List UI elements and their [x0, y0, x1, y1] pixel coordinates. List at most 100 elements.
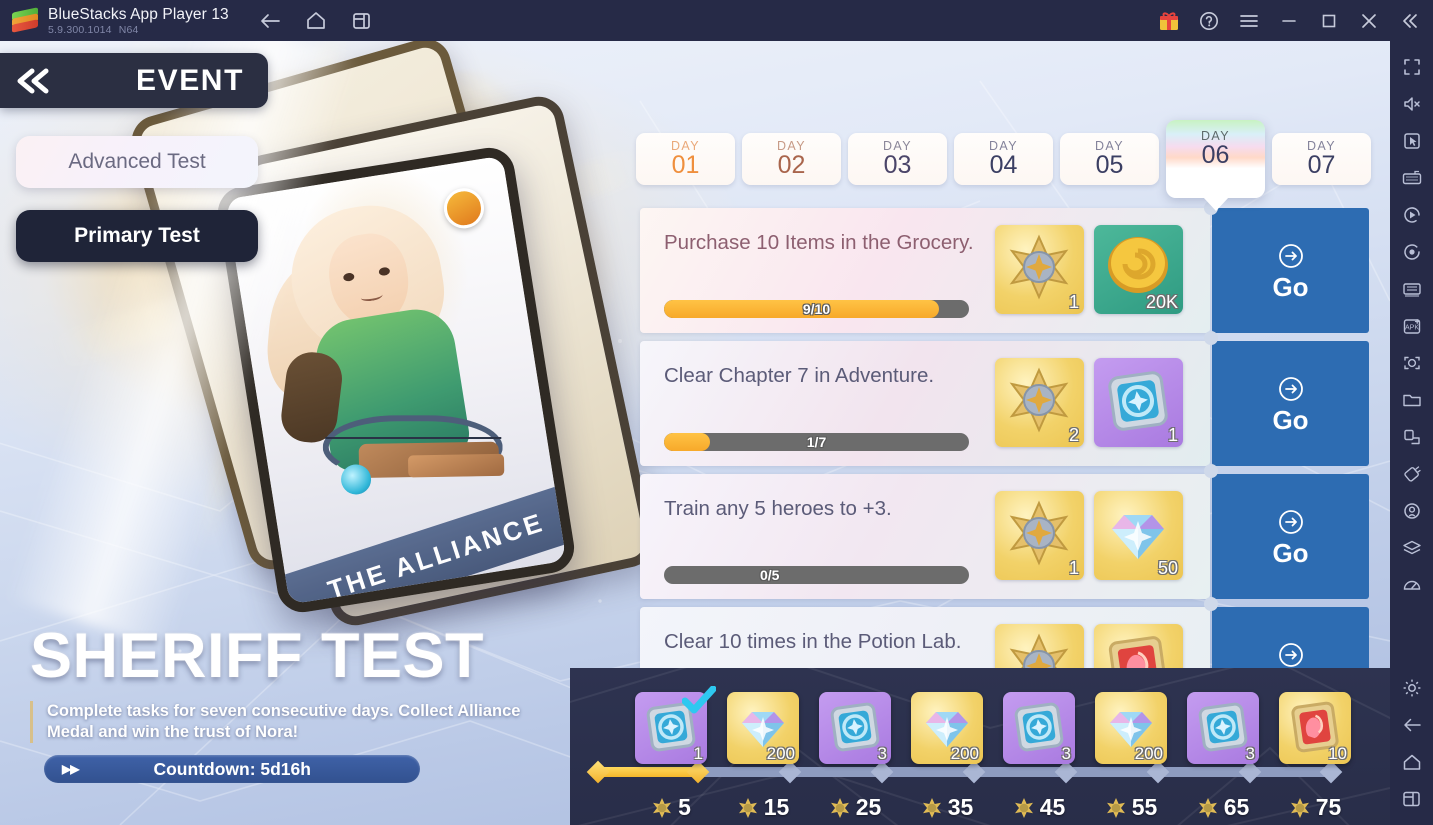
day-tab-05[interactable]: DAY 05	[1060, 133, 1159, 185]
milestone-blue-shard-card-icon[interactable]: 3	[1187, 692, 1259, 764]
task-progress-label: 0/5	[760, 567, 780, 583]
fullscreen-icon[interactable]	[1394, 49, 1430, 85]
menu-icon[interactable]	[1229, 5, 1269, 37]
reward-qty: 2	[1068, 425, 1079, 445]
task-text: Clear Chapter 7 in Adventure.	[664, 364, 935, 387]
milestone-gem-icon[interactable]: 200	[1095, 692, 1167, 764]
go-label: Go	[1272, 271, 1309, 302]
reward-sheriff-badge-icon[interactable]: 1	[995, 491, 1084, 580]
milestone-15[interactable]: 200 15	[724, 692, 802, 821]
tab-advanced-test[interactable]: Advanced Test	[16, 136, 258, 188]
multi-instance-manager-icon[interactable]	[1394, 271, 1430, 307]
settings-icon[interactable]	[1394, 670, 1430, 706]
help-icon[interactable]	[1189, 5, 1229, 37]
milestone-points: 35	[908, 794, 986, 821]
close-icon[interactable]	[1349, 5, 1389, 37]
day-tab-04[interactable]: DAY 04	[954, 133, 1053, 185]
milestone-65[interactable]: 3 65	[1184, 692, 1262, 821]
reward-blue-shard-card-icon[interactable]: 1	[1094, 358, 1183, 447]
back-arrow-icon[interactable]	[251, 5, 289, 37]
reward-sheriff-badge-icon[interactable]: 2	[995, 358, 1084, 447]
task-go-button[interactable]: Go	[1212, 474, 1369, 599]
home-icon[interactable]	[1394, 744, 1430, 780]
back-icon[interactable]	[1394, 707, 1430, 743]
milestone-qty: 3	[1245, 744, 1255, 763]
milestone-5[interactable]: 1 5	[632, 685, 717, 821]
day-tab-06[interactable]: DAY 06	[1166, 120, 1265, 211]
macro-play-icon[interactable]	[1394, 197, 1430, 233]
shake-icon[interactable]	[1394, 456, 1430, 492]
media-folder-icon[interactable]	[1394, 382, 1430, 418]
milestone-25[interactable]: 3 25	[816, 692, 894, 821]
game-viewport: THE ALLIANCE EVENT Advanced Test Primary…	[0, 41, 1390, 825]
screenshot-icon[interactable]	[1394, 345, 1430, 381]
tab-primary-test[interactable]: Primary Test	[16, 210, 258, 262]
gift-icon[interactable]	[1149, 5, 1189, 37]
day-tab-02[interactable]: DAY 02	[742, 133, 841, 185]
milestone-blue-shard-card-icon[interactable]: 3	[1003, 692, 1075, 764]
milestone-75[interactable]: 10 75	[1276, 692, 1354, 821]
day-number: 07	[1307, 151, 1336, 179]
day-tab-03[interactable]: DAY 03	[848, 133, 947, 185]
points-value: 35	[947, 794, 974, 820]
event-description: Complete tasks for seven consecutive day…	[30, 701, 570, 743]
event-title: SHERIFF TEST	[30, 621, 485, 691]
milestone-qty: 200	[766, 744, 795, 763]
reward-gold-coin-icon[interactable]: 20K	[1094, 225, 1183, 314]
reward-gem-icon[interactable]: 50	[1094, 491, 1183, 580]
go-label: Go	[1272, 404, 1309, 435]
task-progress-bar: 0/5	[664, 566, 969, 584]
milestone-55[interactable]: 200 55	[1092, 692, 1170, 821]
mute-icon[interactable]	[1394, 86, 1430, 122]
svg-text:APK: APK	[1404, 324, 1418, 331]
milestone-qty: 200	[950, 744, 979, 763]
task-go-button[interactable]: Go	[1212, 341, 1369, 466]
reward-track-panel: 1 5 200 15 3 25 200 35 3 45 200 55 3 65 …	[570, 668, 1390, 825]
minimize-icon[interactable]	[1269, 5, 1309, 37]
task-progress-label: 9/10	[802, 301, 831, 317]
reward-qty: 1	[1068, 292, 1079, 312]
double-chevron-left-icon[interactable]	[14, 68, 56, 94]
event-tab-group: Advanced Test Primary Test	[16, 136, 258, 284]
arrow-circle-right-icon	[1278, 509, 1303, 534]
window-controls	[1149, 0, 1429, 41]
reward-sheriff-badge-icon[interactable]: 1	[995, 225, 1084, 314]
milestone-gem-icon[interactable]: 200	[727, 692, 799, 764]
home-icon[interactable]	[297, 5, 335, 37]
medal-star-icon	[1014, 797, 1033, 818]
task-rewards: 1 20K	[995, 225, 1183, 314]
record-icon[interactable]	[1394, 234, 1430, 270]
milestone-45[interactable]: 3 45	[1000, 692, 1078, 821]
milestone-red-scroll-card-icon[interactable]: 10	[1279, 692, 1351, 764]
bluestacks-logo-icon	[12, 6, 38, 34]
app-window: THE ALLIANCE EVENT Advanced Test Primary…	[0, 0, 1433, 825]
layers-icon[interactable]	[1394, 530, 1430, 566]
cursor-icon[interactable]	[1394, 123, 1430, 159]
task-progress-bar: 1/7	[664, 433, 969, 451]
task-go-button[interactable]: Go	[1212, 208, 1369, 333]
keymapping-icon[interactable]	[1394, 160, 1430, 196]
milestone-list: 1 5 200 15 3 25 200 35 3 45 200 55 3 65 …	[570, 668, 1390, 825]
task-body: Clear Chapter 7 in Adventure. 1/7 2 1	[640, 341, 1210, 466]
milestone-blue-shard-card-icon[interactable]: 3	[819, 692, 891, 764]
location-icon[interactable]	[1394, 493, 1430, 529]
day-tab-07[interactable]: DAY 07	[1272, 133, 1371, 185]
medal-star-icon	[1198, 797, 1217, 818]
milestone-qty: 10	[1328, 744, 1347, 763]
milestone-35[interactable]: 200 35	[908, 692, 986, 821]
install-apk-icon[interactable]: APK	[1394, 308, 1430, 344]
rotate-icon[interactable]	[1394, 419, 1430, 455]
claimed-check-icon	[681, 685, 717, 721]
milestone-gem-icon[interactable]: 200	[911, 692, 983, 764]
medal-star-icon	[1106, 797, 1125, 818]
maximize-icon[interactable]	[1309, 5, 1349, 37]
day-tab-01[interactable]: DAY 01	[636, 133, 735, 185]
multi-instance-icon[interactable]	[343, 5, 381, 37]
milestone-qty: 3	[877, 744, 887, 763]
task-list: Purchase 10 Items in the Grocery. 9/10 1…	[640, 201, 1369, 732]
recents-icon[interactable]	[1394, 781, 1430, 817]
fast-forward-icon: ▶▶	[62, 762, 79, 776]
collapse-sidebar-icon[interactable]	[1389, 5, 1429, 37]
speedometer-icon[interactable]	[1394, 567, 1430, 603]
titlebar: BlueStacks App Player 13 5.9.300.1014 N64	[0, 0, 1433, 41]
